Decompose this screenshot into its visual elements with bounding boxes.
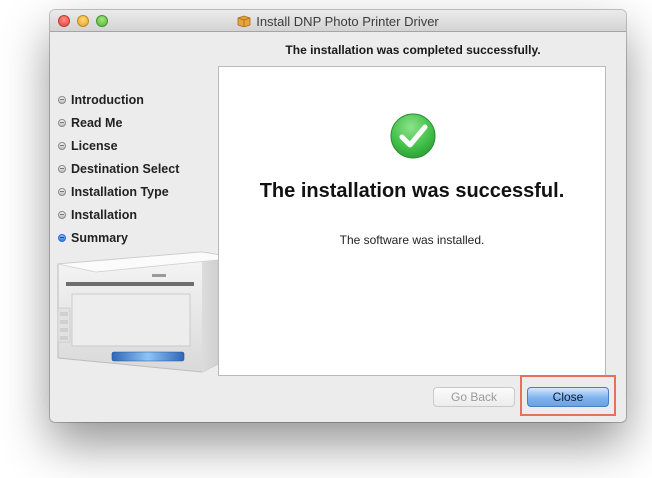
- step-label: License: [71, 138, 118, 153]
- step-license: License: [58, 134, 218, 157]
- step-bullet-active-icon: [58, 233, 66, 242]
- step-label: Read Me: [71, 115, 123, 130]
- success-message: The software was installed.: [339, 233, 485, 247]
- step-installation-type: Installation Type: [58, 180, 218, 203]
- step-read-me: Read Me: [58, 111, 218, 134]
- step-bullet-icon: [58, 187, 66, 196]
- step-label: Installation Type: [71, 184, 169, 199]
- step-bullet-icon: [58, 164, 66, 173]
- step-bullet-icon: [58, 141, 66, 150]
- completion-heading: The installation was completed successfu…: [285, 43, 541, 57]
- success-title: The installation was successful.: [259, 180, 565, 202]
- go-back-button[interactable]: Go Back: [433, 387, 515, 407]
- step-label: Summary: [71, 230, 128, 245]
- installer-window: Install DNP Photo Printer Driver The ins…: [50, 10, 626, 422]
- close-button-highlight: [520, 375, 616, 416]
- step-bullet-icon: [58, 95, 66, 104]
- step-label: Installation: [71, 207, 137, 222]
- summary-panel: The installation was successful. The sof…: [218, 66, 606, 376]
- window-title: Install DNP Photo Printer Driver: [50, 10, 626, 32]
- package-icon: [237, 15, 251, 27]
- step-destination-select: Destination Select: [58, 157, 218, 180]
- success-check-icon: [390, 113, 436, 159]
- step-bullet-icon: [58, 118, 66, 127]
- step-introduction: Introduction: [58, 88, 218, 111]
- installer-steps: Introduction Read Me License Destination…: [58, 88, 218, 249]
- window-title-text: Install DNP Photo Printer Driver: [256, 13, 439, 29]
- step-label: Introduction: [71, 92, 144, 107]
- title-bar[interactable]: Install DNP Photo Printer Driver: [50, 10, 626, 32]
- step-bullet-icon: [58, 210, 66, 219]
- step-installation: Installation: [58, 203, 218, 226]
- photo-printer-image: [57, 251, 239, 373]
- step-label: Destination Select: [71, 161, 180, 176]
